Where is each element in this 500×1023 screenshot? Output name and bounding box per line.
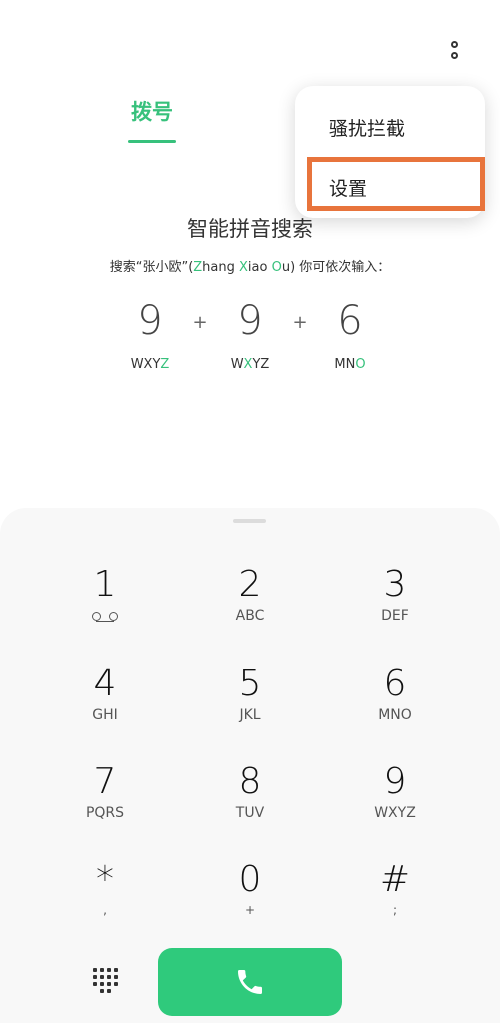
key-8-letters: TUV bbox=[235, 805, 265, 821]
key-7[interactable]: 7 PQRS bbox=[45, 762, 165, 848]
key-6-letters: MNO bbox=[378, 707, 412, 723]
hint-highlight-z: Z bbox=[193, 260, 203, 275]
hint-sub-iao: iao bbox=[247, 260, 272, 275]
key-1[interactable]: 1 bbox=[45, 565, 165, 651]
example-digit-3: 6 bbox=[337, 298, 363, 344]
key-4-letters: GHI bbox=[92, 707, 118, 723]
example-plus-2: + bbox=[292, 312, 308, 333]
key-star-digit: * bbox=[96, 859, 114, 900]
hint-highlight-x: X bbox=[239, 260, 248, 275]
more-vertical-icon bbox=[451, 41, 458, 48]
key-3-digit: 3 bbox=[383, 564, 407, 605]
key-0-sub: + bbox=[244, 903, 256, 917]
key-1-digit: 1 bbox=[93, 564, 117, 605]
more-vertical-icon-dot bbox=[451, 52, 458, 59]
tab-dial[interactable]: 拨号 bbox=[128, 96, 176, 126]
example-letters-2-pre: W bbox=[230, 357, 244, 372]
example-digit-1: 9 bbox=[137, 298, 163, 344]
example-letters-1-hl: Z bbox=[160, 357, 170, 372]
voicemail-icon bbox=[92, 612, 118, 622]
key-7-digit: 7 bbox=[93, 761, 117, 802]
key-3-letters: DEF bbox=[381, 608, 409, 624]
key-6[interactable]: 6 MNO bbox=[335, 664, 455, 750]
example-letters-1-pre: WXY bbox=[130, 357, 161, 372]
example-letters-2-post: YZ bbox=[252, 357, 270, 372]
hint-sub-suffix: u) 你可依次输入： bbox=[281, 260, 391, 275]
dialpad-toggle-button[interactable] bbox=[91, 966, 121, 994]
key-2-digit: 2 bbox=[238, 564, 262, 605]
key-2[interactable]: 2 ABC bbox=[190, 565, 310, 651]
hint-sub-hang: hang bbox=[202, 260, 240, 275]
key-star[interactable]: * , bbox=[45, 860, 165, 946]
drag-handle[interactable] bbox=[233, 519, 266, 523]
key-8[interactable]: 8 TUV bbox=[190, 762, 310, 848]
key-hash-digit: # bbox=[379, 859, 411, 900]
key-hash-sub: ; bbox=[392, 903, 398, 917]
key-4[interactable]: 4 GHI bbox=[45, 664, 165, 750]
hint-highlight-o: O bbox=[271, 260, 282, 275]
example-letters-2: WXYZ bbox=[215, 357, 285, 372]
key-6-digit: 6 bbox=[383, 663, 407, 704]
key-0-digit: 0 bbox=[238, 859, 262, 900]
example-letters-3-pre: MN bbox=[334, 357, 356, 372]
more-options-button[interactable] bbox=[436, 34, 476, 68]
call-button[interactable] bbox=[158, 948, 342, 1016]
key-2-letters: ABC bbox=[235, 608, 265, 624]
example-letters-1: WXYZ bbox=[115, 357, 185, 372]
key-7-letters: PQRS bbox=[85, 805, 125, 821]
settings-highlight-box bbox=[307, 157, 485, 211]
key-hash[interactable]: # ; bbox=[335, 860, 455, 946]
key-0[interactable]: 0 + bbox=[190, 860, 310, 946]
key-4-digit: 4 bbox=[93, 663, 117, 704]
key-9[interactable]: 9 WXYZ bbox=[335, 762, 455, 848]
example-plus-1: + bbox=[192, 312, 208, 333]
key-8-digit: 8 bbox=[238, 761, 262, 802]
key-5-letters: JKL bbox=[239, 707, 261, 723]
hint-sub-prefix: 搜索“张小欧”( bbox=[109, 260, 194, 275]
key-5-digit: 5 bbox=[238, 663, 262, 704]
key-5[interactable]: 5 JKL bbox=[190, 664, 310, 750]
example-digit-2: 9 bbox=[237, 298, 263, 344]
example-letters-3-hl: O bbox=[355, 357, 366, 372]
key-1-sub bbox=[45, 608, 165, 626]
menu-item-harassment-block[interactable]: 骚扰拦截 bbox=[329, 114, 405, 141]
tab-active-indicator bbox=[128, 140, 176, 143]
hint-subtitle: 搜索“张小欧”(Zhang Xiao Ou) 你可依次输入： bbox=[0, 256, 500, 275]
example-letters-3: MNO bbox=[315, 357, 385, 372]
key-3[interactable]: 3 DEF bbox=[335, 565, 455, 651]
key-star-sub: , bbox=[103, 903, 107, 917]
key-9-letters: WXYZ bbox=[374, 805, 416, 821]
key-9-digit: 9 bbox=[383, 761, 407, 802]
phone-icon bbox=[238, 970, 262, 994]
